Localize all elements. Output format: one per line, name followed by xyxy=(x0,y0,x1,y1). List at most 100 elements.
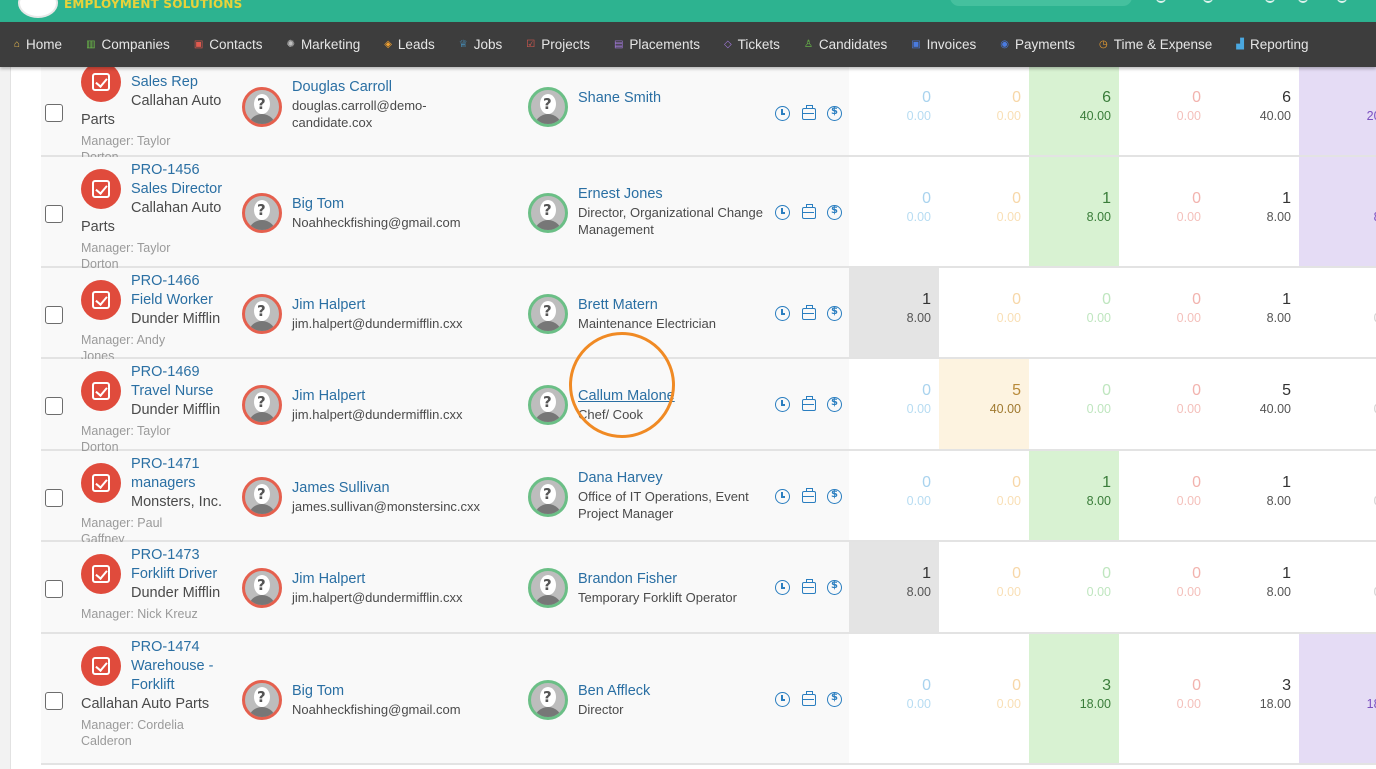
metric-hours: 40.00 xyxy=(1259,402,1291,416)
nav-item-label: Companies xyxy=(101,37,170,52)
row-select-checkbox[interactable] xyxy=(45,104,63,122)
time-entry-icon[interactable] xyxy=(775,489,790,504)
nav-item-time-expense[interactable]: ◷ Time & Expense xyxy=(1085,37,1222,52)
candidate-avatar[interactable] xyxy=(528,87,568,127)
row-select-checkbox[interactable] xyxy=(45,397,63,415)
candidate-avatar[interactable] xyxy=(528,385,568,425)
project-id-link[interactable]: PRO-1471 xyxy=(81,455,231,474)
time-entry-icon[interactable] xyxy=(775,106,790,121)
nav-item-companies[interactable]: ▥ Companies xyxy=(72,37,180,52)
metric-count: 0 xyxy=(1012,473,1021,491)
time-entry-icon[interactable] xyxy=(775,306,790,321)
row-select-checkbox[interactable] xyxy=(45,489,63,507)
project-title-link[interactable]: Warehouse - Forklift xyxy=(81,657,221,695)
time-entry-icon[interactable] xyxy=(775,692,790,707)
project-id-link[interactable]: PRO-1473 xyxy=(81,546,231,565)
contact-avatar[interactable] xyxy=(242,568,282,608)
placement-icon[interactable] xyxy=(802,305,816,320)
nav-item-projects[interactable]: ☑ Projects xyxy=(512,37,600,52)
contact-email: candidate.cox xyxy=(292,115,373,130)
nav-item-reporting[interactable]: ▟ Reporting xyxy=(1222,37,1318,52)
project-title-link[interactable]: Field Worker xyxy=(81,291,231,310)
metric-hours: 18.00 xyxy=(1079,696,1111,711)
project-id-link[interactable]: PRO-1474 xyxy=(81,638,231,657)
candidate-name-link[interactable]: Brett Matern xyxy=(578,296,768,315)
time-entry-icon[interactable] xyxy=(775,205,790,220)
nav-item-contacts[interactable]: ▣ Contacts xyxy=(180,37,273,52)
candidate-avatar[interactable] xyxy=(528,568,568,608)
metric-cell: 0 0.00 xyxy=(1119,542,1209,632)
contact-name-link[interactable]: Big Tom xyxy=(292,682,492,701)
logo-icon[interactable] xyxy=(18,0,58,18)
header-action-icon[interactable] xyxy=(1156,0,1166,3)
placement-icon[interactable] xyxy=(802,691,816,706)
row-select-checkbox[interactable] xyxy=(45,580,63,598)
row-select-checkbox[interactable] xyxy=(45,692,63,710)
nav-item-leads[interactable]: ◈ Leads xyxy=(370,37,445,52)
project-title-link[interactable]: Forklift Driver xyxy=(81,565,231,584)
project-id-link[interactable]: PRO-1466 xyxy=(81,272,231,291)
candidate-name-link[interactable]: Brandon Fisher xyxy=(578,570,768,589)
nav-item-home[interactable]: ⌂ Home xyxy=(0,37,72,52)
header-action-icon[interactable] xyxy=(1298,0,1308,3)
project-title-link[interactable]: Sales Director xyxy=(81,180,231,199)
contact-avatar[interactable] xyxy=(242,193,282,233)
contact-avatar[interactable] xyxy=(242,385,282,425)
nav-item-marketing[interactable]: ✺ Marketing xyxy=(273,37,371,52)
nav-item-jobs[interactable]: ♕ Jobs xyxy=(445,37,513,52)
metric-cell: 0 0.00 xyxy=(849,451,939,540)
contact-name-link[interactable]: Jim Halpert xyxy=(292,387,492,406)
project-title-link[interactable]: Travel Nurse xyxy=(81,382,231,401)
candidate-name-link[interactable]: Shane Smith xyxy=(578,89,768,108)
contact-avatar[interactable] xyxy=(242,680,282,720)
contact-name-link[interactable]: Douglas Carroll xyxy=(292,78,492,97)
contact-name-link[interactable]: Jim Halpert xyxy=(292,570,492,589)
metric-hours: 0.00 xyxy=(906,493,931,508)
placement-icon[interactable] xyxy=(802,488,816,503)
project-id-link[interactable]: PRO-1469 xyxy=(81,363,231,382)
nav-item-tickets[interactable]: ◇ Tickets xyxy=(710,37,790,52)
candidate-name-link[interactable]: Callum Malone xyxy=(578,387,768,406)
header-action-icon[interactable] xyxy=(1265,0,1275,3)
project-title-link[interactable]: managers xyxy=(81,474,231,493)
avatar-body xyxy=(248,504,276,514)
contact-avatar[interactable] xyxy=(242,87,282,127)
billing-icon[interactable] xyxy=(827,397,842,412)
placement-icon[interactable] xyxy=(802,396,816,411)
billing-icon[interactable] xyxy=(827,205,842,220)
header-action-icon[interactable] xyxy=(1337,0,1347,3)
candidate-avatar[interactable] xyxy=(528,680,568,720)
contact-name-link[interactable]: James Sullivan xyxy=(292,479,492,498)
candidate-avatar[interactable] xyxy=(528,193,568,233)
time-entry-icon[interactable] xyxy=(775,397,790,412)
billing-icon[interactable] xyxy=(827,489,842,504)
contact-avatar[interactable] xyxy=(242,477,282,517)
row-select-checkbox[interactable] xyxy=(45,306,63,324)
contact-name-link[interactable]: Big Tom xyxy=(292,195,492,214)
billing-icon[interactable] xyxy=(827,306,842,321)
row-select-checkbox[interactable] xyxy=(45,205,63,223)
candidate-avatar[interactable] xyxy=(528,294,568,334)
project-title-link[interactable]: Sales Rep xyxy=(81,73,231,92)
candidate-name-link[interactable]: Ernest Jones xyxy=(578,185,768,204)
project-id-link[interactable]: PRO-1456 xyxy=(81,161,231,180)
placement-icon[interactable] xyxy=(802,204,816,219)
candidate-name-link[interactable]: Ben Affleck xyxy=(578,682,768,701)
nav-item-invoices[interactable]: ▣ Invoices xyxy=(897,37,986,52)
header-action-icon[interactable] xyxy=(1203,0,1213,3)
metric-count: 0 xyxy=(1102,290,1111,308)
contact-avatar[interactable] xyxy=(242,294,282,334)
nav-item-candidates[interactable]: ♙ Candidates xyxy=(790,37,897,52)
candidate-avatar[interactable] xyxy=(528,477,568,517)
candidate-name-link[interactable]: Dana Harvey xyxy=(578,469,768,488)
placement-icon[interactable] xyxy=(802,105,816,120)
nav-item-payments[interactable]: ◉ Payments xyxy=(986,37,1085,52)
placement-icon[interactable] xyxy=(802,579,816,594)
nav-item-placements[interactable]: ▤ Placements xyxy=(600,37,710,52)
global-search-input[interactable] xyxy=(950,0,1132,6)
contact-name-link[interactable]: Jim Halpert xyxy=(292,296,492,315)
time-entry-icon[interactable] xyxy=(775,580,790,595)
billing-icon[interactable] xyxy=(827,106,842,121)
billing-icon[interactable] xyxy=(827,580,842,595)
billing-icon[interactable] xyxy=(827,692,842,707)
